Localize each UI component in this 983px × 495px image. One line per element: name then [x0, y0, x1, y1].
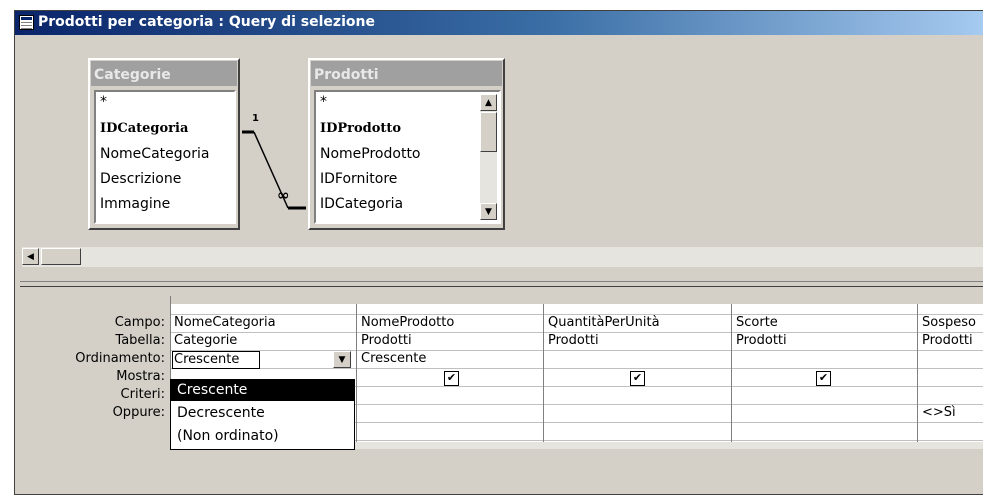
row-label-campo: Campo:: [114, 315, 165, 330]
cell-tabella[interactable]: Categorie: [171, 333, 356, 351]
cell-criteri[interactable]: <>Sì: [919, 405, 983, 423]
show-checkbox[interactable]: ✔: [816, 371, 831, 386]
query-icon: [19, 15, 34, 30]
grid-row-labels: Campo: Tabella: Ordinamento: Mostra: Cri…: [10, 296, 165, 456]
row-label-tabella: Tabella:: [115, 333, 165, 348]
scroll-down-icon[interactable]: ▼: [480, 203, 497, 220]
scroll-thumb[interactable]: [480, 112, 497, 152]
row-label-ordinamento: Ordinamento:: [75, 351, 165, 366]
scroll-up-icon[interactable]: ▲: [480, 94, 497, 111]
relationship-one-label: 1: [252, 113, 259, 124]
field-list-scrollbar[interactable]: ▲ ▼: [480, 94, 497, 220]
scroll-left-icon[interactable]: ◀: [22, 248, 39, 265]
cell-campo[interactable]: NomeProdotto: [358, 315, 543, 333]
row-label-oppure: Oppure:: [112, 405, 165, 420]
dropdown-option-crescente[interactable]: Crescente: [171, 380, 354, 401]
sort-dropdown-list[interactable]: Crescente Decrescente (Non ordinato): [170, 379, 355, 450]
cell-ordinamento[interactable]: Crescente: [358, 351, 543, 369]
cell-campo[interactable]: NomeCategoria: [171, 315, 356, 333]
field-item[interactable]: *: [100, 94, 107, 110]
cell-tabella[interactable]: Prodotti: [358, 333, 543, 351]
relationship-many-label: ∞: [277, 186, 289, 204]
table-prodotti[interactable]: Prodotti * IDProdotto NomeProdotto IDFor…: [308, 58, 505, 230]
show-checkbox[interactable]: ✔: [444, 371, 459, 386]
cell-campo[interactable]: Scorte: [733, 315, 917, 333]
cell-tabella[interactable]: Prodotti: [733, 333, 917, 351]
table-prodotti-title: Prodotti: [311, 61, 502, 86]
field-item-key[interactable]: IDProdotto: [320, 121, 401, 136]
cell-tabella[interactable]: Prodotti: [919, 333, 983, 351]
relationship-line[interactable]: [240, 120, 310, 220]
field-item[interactable]: IDFornitore: [320, 171, 397, 187]
cell-ordinamento-active[interactable]: Crescente ▼: [171, 351, 356, 369]
window-title: Prodotti per categoria : Query di selezi…: [38, 14, 375, 30]
table-pane-scrollbar[interactable]: ◀: [22, 247, 983, 267]
table-categorie-title: Categorie: [91, 61, 237, 86]
scroll-thumb[interactable]: [41, 248, 81, 265]
sort-combo-value[interactable]: Crescente: [172, 351, 260, 369]
field-item[interactable]: *: [320, 94, 327, 110]
table-prodotti-field-list[interactable]: * IDProdotto NomeProdotto IDFornitore ID…: [314, 90, 501, 224]
field-item[interactable]: NomeCategoria: [100, 146, 209, 162]
field-item[interactable]: IDCategoria: [320, 196, 403, 212]
field-item[interactable]: Descrizione: [100, 171, 181, 187]
dropdown-option-decrescente[interactable]: Decrescente: [171, 403, 354, 424]
dropdown-arrow-icon[interactable]: ▼: [333, 351, 351, 368]
field-item[interactable]: NomeProdotto: [320, 146, 421, 162]
show-checkbox[interactable]: ✔: [630, 371, 645, 386]
pane-splitter[interactable]: [20, 281, 983, 287]
cell-tabella[interactable]: Prodotti: [545, 333, 731, 351]
cell-campo[interactable]: Sospeso: [919, 315, 983, 333]
row-label-criteri: Criteri:: [120, 387, 165, 402]
row-label-mostra: Mostra:: [116, 369, 165, 384]
field-item-key[interactable]: IDCategoria: [100, 121, 188, 136]
cell-campo[interactable]: QuantitàPerUnità: [545, 315, 731, 333]
dropdown-option-non-ordinato[interactable]: (Non ordinato): [171, 426, 354, 447]
table-categorie-field-list[interactable]: * IDCategoria NomeCategoria Descrizione …: [94, 90, 236, 224]
table-categorie[interactable]: Categorie * IDCategoria NomeCategoria De…: [88, 58, 240, 230]
field-item[interactable]: Immagine: [100, 196, 170, 212]
